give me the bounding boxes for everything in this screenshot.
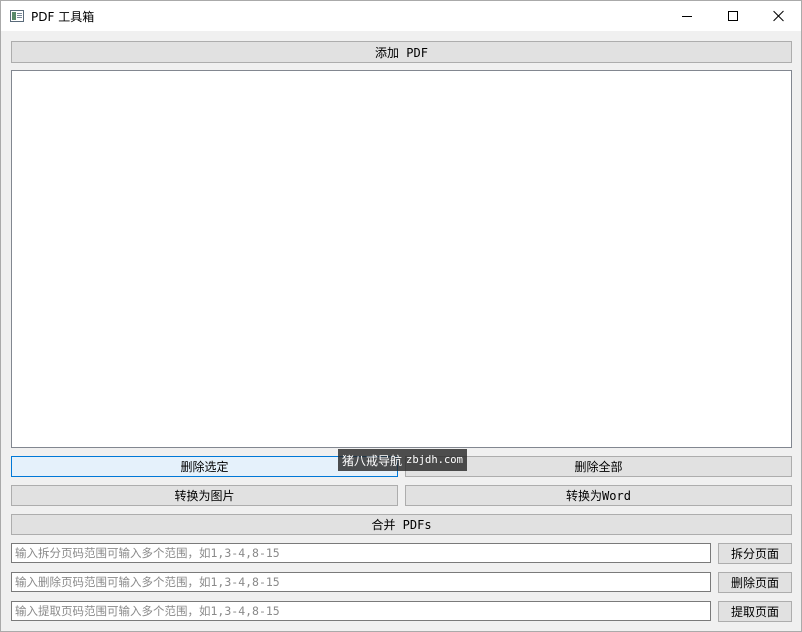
minimize-icon bbox=[682, 15, 692, 17]
close-icon bbox=[773, 10, 785, 22]
split-range-input[interactable] bbox=[11, 543, 711, 563]
maximize-icon bbox=[728, 11, 738, 21]
delete-pages-button[interactable]: 删除页面 bbox=[718, 572, 792, 593]
add-pdf-button[interactable]: 添加 PDF bbox=[11, 41, 792, 63]
watermark-site-name: 猪八戒导航 bbox=[342, 453, 403, 468]
minimize-button[interactable] bbox=[664, 1, 710, 31]
extract-range-input[interactable] bbox=[11, 601, 711, 621]
merge-pdfs-button[interactable]: 合并 PDFs bbox=[11, 514, 792, 535]
watermark-site-url: zbjdh.com bbox=[406, 454, 463, 466]
convert-to-image-button[interactable]: 转换为图片 bbox=[11, 485, 398, 506]
pdf-file-list[interactable] bbox=[11, 70, 792, 448]
app-window: PDF 工具箱 添加 PDF 删除选定 删除全部 转换为图片 转换为Word 合… bbox=[0, 0, 802, 632]
maximize-button[interactable] bbox=[710, 1, 756, 31]
pdf-app-icon bbox=[10, 10, 24, 22]
split-pages-button[interactable]: 拆分页面 bbox=[718, 543, 792, 564]
delete-range-input[interactable] bbox=[11, 572, 711, 592]
extract-pages-button[interactable]: 提取页面 bbox=[718, 601, 792, 622]
title-bar[interactable]: PDF 工具箱 bbox=[1, 1, 801, 31]
window-title: PDF 工具箱 bbox=[31, 10, 95, 24]
watermark-overlay: 猪八戒导航 zbjdh.com bbox=[338, 449, 467, 471]
close-button[interactable] bbox=[756, 1, 802, 31]
convert-to-word-button[interactable]: 转换为Word bbox=[405, 485, 792, 506]
